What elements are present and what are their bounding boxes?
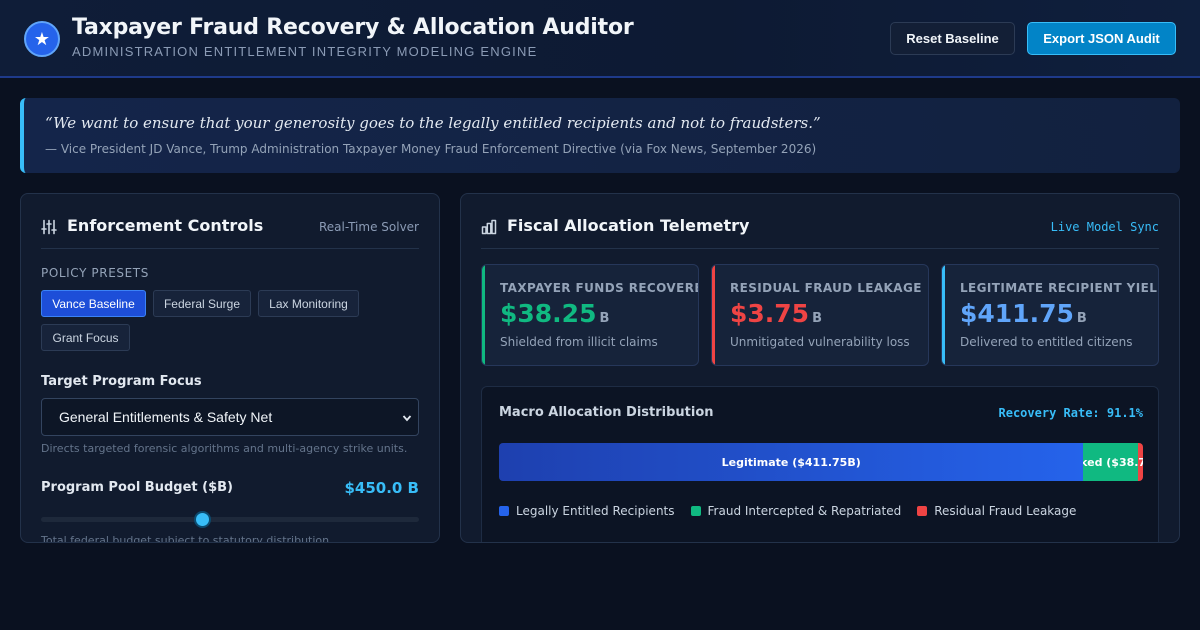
program-focus-value: General Entitlements & Safety Net [59,409,273,425]
quote-text: “We want to ensure that your generosity … [45,114,821,132]
preset-lax-monitoring[interactable]: Lax Monitoring [258,290,359,317]
kpi-value-row: $411.75 B [960,299,1087,328]
kpi-card-recovered: TAXPAYER FUNDS RECOVERED $38.25 B Shielde… [481,264,699,366]
kpi-accent [712,265,715,365]
solver-status-tag: Real-Time Solver [319,220,419,234]
legend-item: Fraud Intercepted & Repatriated [690,504,902,518]
kpi-label: LEGITIMATE RECIPIENT YIELD [960,281,1159,295]
budget-slider[interactable] [41,511,419,528]
quote-attribution: — Vice President JD Vance, Trump Adminis… [45,142,817,156]
kpi-card-leakage: RESIDUAL FRAUD LEAKAGE $3.75 B Unmitigate… [711,264,929,366]
legend-swatch [690,506,701,516]
program-focus-label: Target Program Focus [41,374,202,389]
legend-swatch [499,506,509,516]
live-sync-tag: Live Model Sync [1050,220,1159,234]
segment-legitimate: Legitimate ($411.75B) [499,443,1084,481]
enforcement-controls-panel: Enforcement Controls Real-Time Solver PO… [20,193,440,543]
reset-baseline-button[interactable]: Reset Baseline [890,22,1015,55]
policy-presets-label: POLICY PRESETS [41,266,149,280]
fiscal-telemetry-panel: Fiscal Allocation Telemetry Live Model S… [460,193,1180,543]
program-focus-hint: Directs targeted forensic algorithms and… [41,442,408,455]
allocation-distribution-card: Macro Allocation Distribution Recovery R… [481,386,1159,542]
kpi-unit: B [599,311,610,326]
kpi-value-row: $38.25 B [500,299,609,328]
kpi-label: TAXPAYER FUNDS RECOVERED [500,281,699,295]
app-title: Taxpayer Fraud Recovery & Allocation Aud… [72,15,634,40]
legend-item: Residual Fraud Leakage [917,504,1076,518]
legend-item: Legally Entitled Recipients [499,504,675,518]
quote-banner: “We want to ensure that your generosity … [20,98,1180,173]
kpi-note: Unmitigated vulnerability loss [730,335,910,349]
program-focus-select[interactable]: General Entitlements & Safety Net [41,398,419,436]
legend-label: Residual Fraud Leakage [934,504,1077,518]
kpi-note: Shielded from illicit claims [500,335,658,349]
legend-label: Legally Entitled Recipients [516,504,675,518]
sliders-icon [41,219,57,235]
budget-label: Program Pool Budget ($B) [41,480,233,495]
preset-grant-focus[interactable]: Grant Focus [41,324,130,351]
allocation-stacked-bar: Legitimate ($411.75B) Blocked ($38.25B) … [499,443,1143,481]
app-subtitle: ADMINISTRATION ENTITLEMENT INTEGRITY MOD… [72,44,538,59]
budget-hint: Total federal budget subject to statutor… [41,534,330,543]
kpi-accent [482,265,485,365]
kpi-unit: B [1076,311,1087,326]
export-json-audit-button[interactable]: Export JSON Audit [1027,22,1176,55]
legend-swatch [917,506,928,516]
kpi-value-row: $3.75 B [730,299,822,328]
legend-label: Fraud Intercepted & Repatriated [707,504,902,518]
kpi-accent [942,265,945,365]
preset-vance-baseline[interactable]: Vance Baseline [41,290,146,317]
kpi-unit: B [812,311,822,326]
kpi-value: $411.75 [960,299,1074,328]
distribution-title: Macro Allocation Distribution [499,405,714,420]
budget-value: $450.0 B [344,479,419,497]
panel-title: Enforcement Controls [67,216,264,235]
kpi-card-legitimate-yield: LEGITIMATE RECIPIENT YIELD $411.75 B Deli… [941,264,1159,366]
distribution-legend: Legally Entitled Recipients Fraud Interc… [499,504,1076,518]
recovery-rate: Recovery Rate: 91.1% [998,406,1144,420]
budget-slider-thumb[interactable] [193,511,211,528]
segment-blocked: Blocked ($38.25B) [1083,443,1138,481]
kpi-value: $3.75 [730,299,810,328]
kpi-note: Delivered to entitled citizens [960,335,1133,349]
app-header: ★ Taxpayer Fraud Recovery & Allocation A… [0,0,1200,78]
kpi-value: $38.25 [500,299,597,328]
panel-header: Enforcement Controls Real-Time Solver [41,194,419,249]
preset-federal-surge[interactable]: Federal Surge [153,290,251,317]
segment-leakage: $3.75B [1137,443,1143,481]
kpi-label: RESIDUAL FRAUD LEAKAGE [730,281,922,295]
star-logo-icon: ★ [24,21,60,57]
bar-chart-icon [481,219,497,235]
chevron-down-icon [402,415,412,422]
panel-title: Fiscal Allocation Telemetry [507,216,750,235]
panel-header: Fiscal Allocation Telemetry Live Model S… [481,194,1159,249]
